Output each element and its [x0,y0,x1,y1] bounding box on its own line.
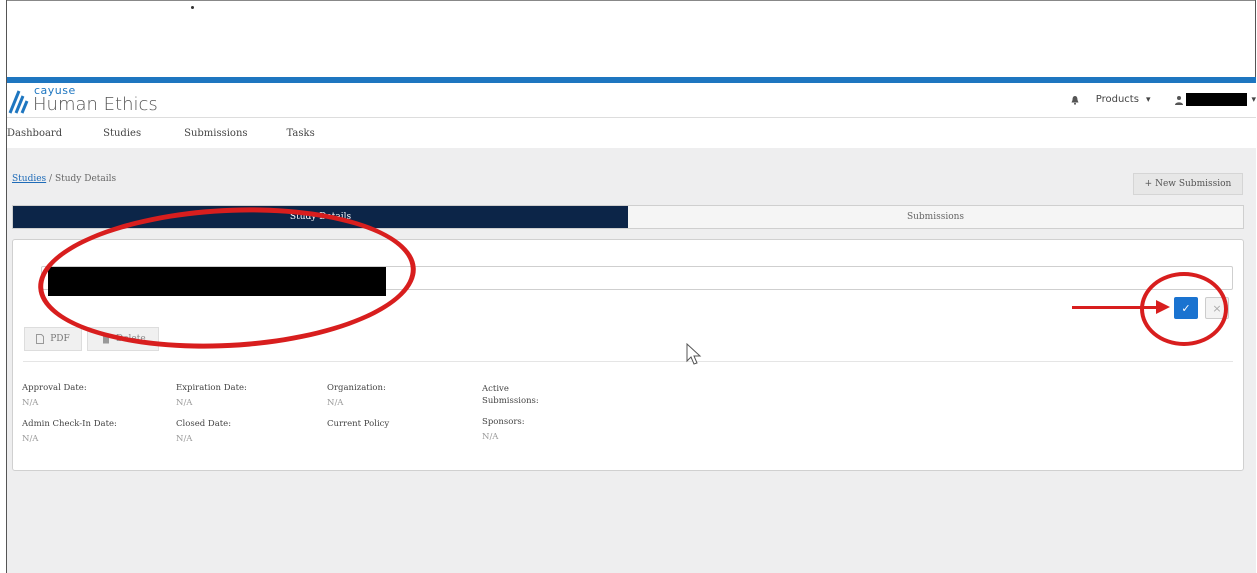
breadcrumb-separator: / [46,174,55,184]
header-right: Products ▾ ▾ [1070,93,1256,106]
card-divider [23,361,1233,362]
expiration-date-label: Expiration Date: [176,383,247,393]
closed-date-field: Closed Date: N/A [176,419,231,444]
closed-date-label: Closed Date: [176,419,232,429]
sponsors-field: Sponsors: N/A [482,417,525,442]
organization-label: Organization: [327,383,386,393]
annotation-arrow-head [1156,300,1170,314]
sponsors-label: Sponsors: [482,417,525,427]
main-nav: Dashboard Studies Submissions Tasks [7,117,1256,149]
stray-dot [191,6,194,9]
user-chevron-icon[interactable]: ▾ [1251,95,1256,105]
sponsors-value: N/A [482,432,499,442]
approval-date-label: Approval Date: [22,383,87,393]
user-name-redacted[interactable] [1186,93,1248,106]
pdf-label: PDF [50,334,70,344]
expiration-date-field: Expiration Date: N/A [176,383,247,408]
nav-dashboard[interactable]: Dashboard [7,128,62,139]
app-header: cayuse Human Ethics Products ▾ ▾ [7,83,1256,117]
admin-checkin-date-value: N/A [22,434,39,444]
admin-checkin-date-label: Admin Check-In Date: [22,419,117,429]
mouse-cursor-icon [686,343,702,365]
products-menu[interactable]: Products ▾ [1096,94,1151,105]
closed-date-value: N/A [176,434,193,444]
admin-checkin-date-field: Admin Check-In Date: N/A [22,419,117,444]
breadcrumb-studies-link[interactable]: Studies [12,174,46,184]
bell-icon[interactable] [1070,95,1080,105]
active-submissions-field: Active Submissions: [482,383,542,412]
products-chevron-icon: ▾ [1145,94,1151,105]
products-label: Products [1095,94,1139,105]
organization-value: N/A [327,398,344,408]
annotation-arrow-shaft [1072,306,1162,309]
tab-submissions[interactable]: Submissions [628,206,1243,228]
current-policy-field: Current Policy [327,419,389,434]
approval-date-value: N/A [22,398,39,408]
breadcrumb-current: Study Details [54,174,117,184]
active-submissions-label: Active Submissions: [482,384,539,406]
breadcrumb: Studies / Study Details [12,174,116,184]
expiration-date-value: N/A [176,398,193,408]
approval-date-field: Approval Date: N/A [22,383,87,408]
pdf-button[interactable]: PDF [24,327,82,351]
nav-submissions[interactable]: Submissions [184,128,247,139]
nav-tasks[interactable]: Tasks [287,128,315,139]
brand-product-name: Human Ethics [33,94,158,115]
nav-studies[interactable]: Studies [103,128,141,139]
document-icon [36,334,45,344]
user-icon[interactable] [1174,95,1184,105]
cayuse-logo-icon [8,90,29,114]
new-submission-button[interactable]: + New Submission [1133,173,1243,195]
organization-field: Organization: N/A [327,383,386,408]
annotation-circle-confirm [1140,272,1228,346]
current-policy-label: Current Policy [327,419,390,429]
